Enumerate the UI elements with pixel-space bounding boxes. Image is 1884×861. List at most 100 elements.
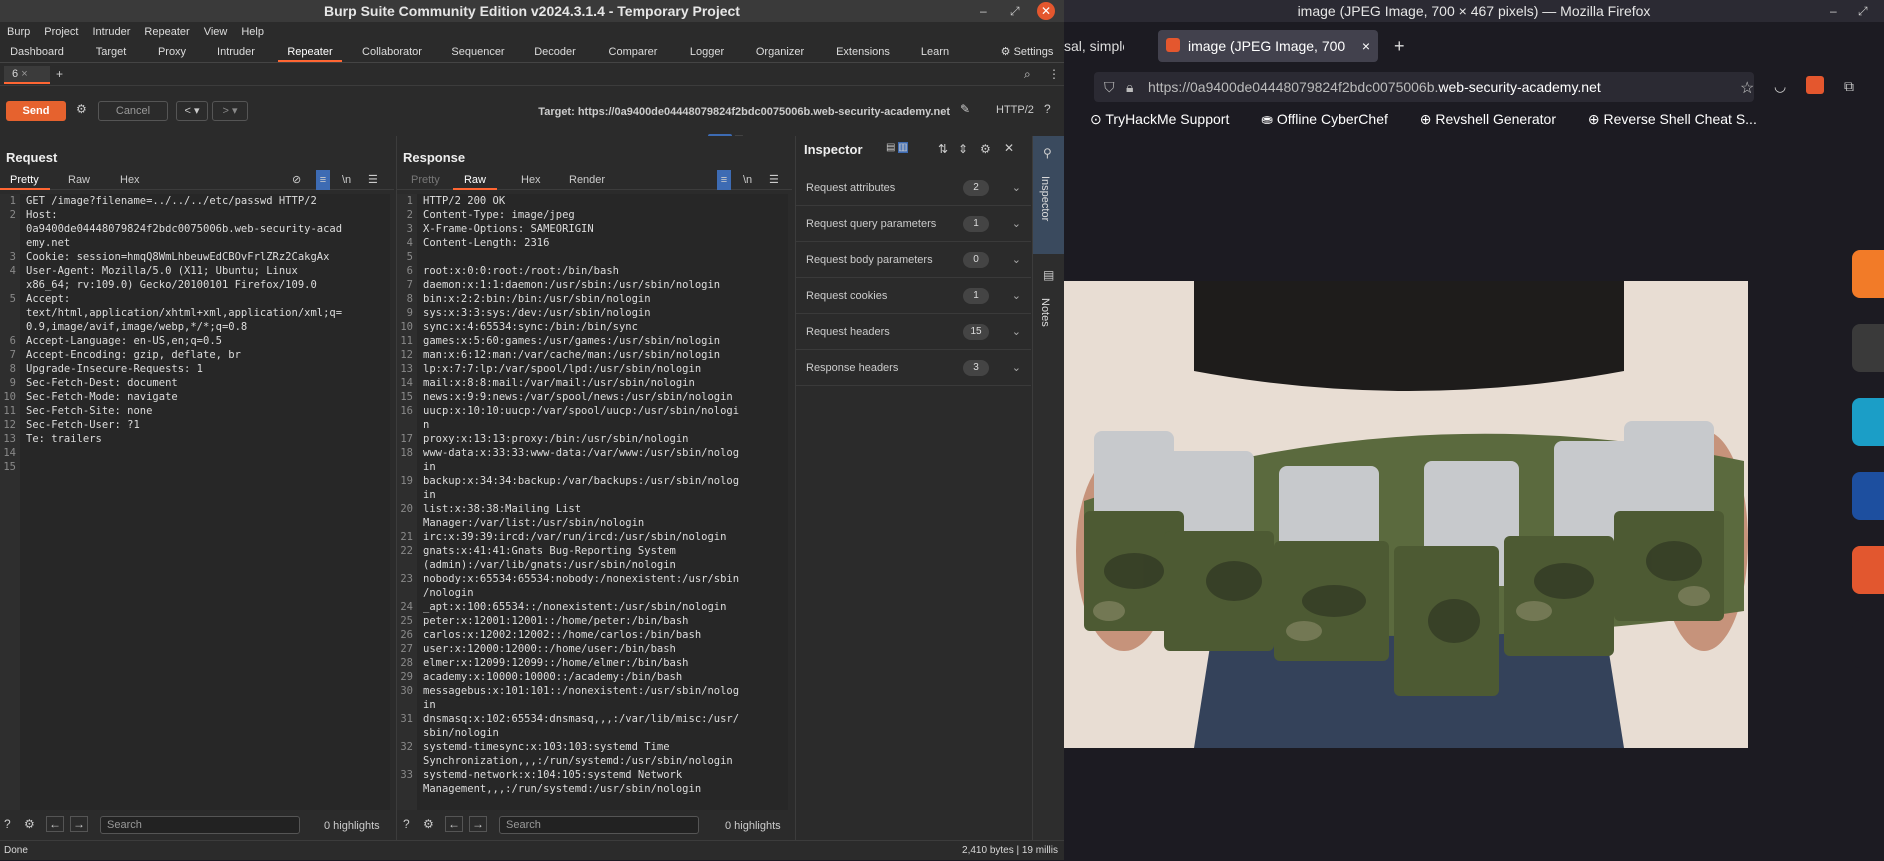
search-input[interactable]: Search [100, 816, 300, 834]
minimize-icon[interactable]: – [1830, 0, 1837, 22]
newline-icon[interactable]: \n [743, 170, 752, 190]
edit-icon[interactable]: ✎ [960, 102, 970, 116]
tab-sequencer[interactable]: Sequencer [444, 42, 512, 62]
menu-icon[interactable]: ☰ [368, 170, 378, 190]
bookmark-star-icon[interactable]: ☆ [1740, 78, 1754, 98]
menu-view[interactable]: View [197, 22, 235, 42]
layout-icon[interactable]: ▤ ▥ [886, 142, 908, 153]
menu-burp[interactable]: Burp [0, 22, 37, 42]
help-icon[interactable]: ? [403, 817, 410, 831]
close-tab-icon[interactable]: × [21, 68, 27, 80]
http-version[interactable]: HTTP/2 [996, 104, 1034, 116]
tab-repeater[interactable]: Repeater [278, 42, 342, 62]
burp-dock-icon[interactable] [1852, 546, 1884, 594]
lock-icon[interactable]: 🔒︎ [1126, 72, 1133, 102]
menu-project[interactable]: Project [37, 22, 85, 42]
response-editor[interactable]: 1 2 3 4 5 6 7 8 9 10 11 12 13 14 15 16 17 18 19 20 21 22 23 24 2… [397, 194, 788, 810]
prev-match-icon[interactable]: ← [445, 816, 463, 832]
tab-pretty[interactable]: Pretty [0, 170, 50, 190]
tab-render[interactable]: Render [569, 170, 605, 190]
minimize-icon[interactable]: – [980, 0, 987, 22]
collapse-icon[interactable]: ⇕ [958, 142, 968, 156]
menu-icon[interactable]: ☰ [769, 170, 779, 190]
help-icon[interactable]: ? [4, 817, 11, 831]
new-tab-icon[interactable]: + [56, 67, 63, 81]
newline-icon[interactable]: \n [342, 170, 351, 190]
send-button[interactable]: Send [6, 101, 66, 121]
search-input[interactable]: Search [499, 816, 699, 834]
tab-collaborator[interactable]: Collaborator [356, 42, 428, 62]
shield-icon[interactable]: ⛉ [1104, 72, 1115, 102]
tab-target[interactable]: Target [84, 42, 138, 62]
menu-repeater[interactable]: Repeater [137, 22, 196, 42]
settings-button[interactable]: ⚙ Settings [994, 42, 1060, 62]
malwarebytes-dock-icon[interactable] [1852, 472, 1884, 520]
firefox-dock-icon[interactable] [1852, 250, 1884, 298]
url-bar[interactable]: ⛉ 🔒︎ https://0a9400de04448079824f2bdc007… [1094, 72, 1754, 102]
forward-button[interactable]: > ▾ [212, 101, 248, 121]
close-icon[interactable]: ✕ [1037, 2, 1055, 20]
extension-icon[interactable] [1806, 76, 1824, 94]
inspector-row[interactable]: Request body parameters 0 ⌄ [796, 242, 1031, 278]
tab-raw[interactable]: Raw [453, 170, 497, 190]
inspector-row[interactable]: Request query parameters 1 ⌄ [796, 206, 1031, 242]
inspector-icon[interactable]: ⚲ [1043, 146, 1052, 160]
next-match-icon[interactable]: → [70, 816, 88, 832]
inspector-row[interactable]: Request attributes 2 ⌄ [796, 170, 1031, 206]
inspector-row[interactable]: Request cookies 1 ⌄ [796, 278, 1031, 314]
maximize-icon[interactable]: ⤢ [1858, 0, 1868, 22]
cancel-button[interactable]: Cancel [98, 101, 168, 121]
gear-icon[interactable]: ⚙ [76, 102, 87, 116]
search-icon[interactable]: ⌕ [1024, 67, 1031, 82]
request-editor[interactable]: 1 2 3 4 5 6 7 8 9 10 11 12 13 14 15 GET /image?filenam… [0, 194, 390, 810]
new-tab-icon[interactable]: + [1394, 30, 1405, 62]
tab-hex[interactable]: Hex [120, 170, 140, 190]
gear-icon[interactable]: ⚙ [24, 817, 35, 831]
next-match-icon[interactable]: → [469, 816, 487, 832]
tab-intruder[interactable]: Intruder [208, 42, 264, 62]
tab-decoder[interactable]: Decoder [526, 42, 584, 62]
extensions-icon[interactable]: ⧉ [1844, 78, 1854, 95]
tab-organizer[interactable]: Organizer [748, 42, 812, 62]
pocket-icon[interactable]: ◡ [1774, 78, 1786, 95]
inspector-row[interactable]: Request headers 15 ⌄ [796, 314, 1031, 350]
tab-logger[interactable]: Logger [680, 42, 734, 62]
menu-intruder[interactable]: Intruder [86, 22, 138, 42]
back-button[interactable]: < ▾ [176, 101, 208, 121]
align-icon[interactable]: ⇅ [938, 142, 948, 156]
wrap-icon[interactable]: ≡ [316, 170, 330, 190]
rail-inspector[interactable]: Inspector [1039, 176, 1051, 221]
close-icon[interactable]: ✕ [1004, 141, 1014, 155]
tab-raw[interactable]: Raw [68, 170, 90, 190]
app-dock-icon[interactable] [1852, 398, 1884, 446]
notes-icon[interactable]: ▤ [1043, 268, 1054, 282]
repeater-tab-6[interactable]: 6 × [4, 66, 50, 84]
inspector-row[interactable]: Response headers 3 ⌄ [796, 350, 1031, 386]
bookmark-tryhackme[interactable]: ⊙ TryHackMe Support [1090, 111, 1243, 127]
tab-dashboard[interactable]: Dashboard [4, 42, 70, 62]
bookmark-revshell[interactable]: ⊕ Revshell Generator [1420, 111, 1570, 127]
terminal-dock-icon[interactable] [1852, 324, 1884, 372]
tab-image[interactable]: image (JPEG Image, 700 × [1158, 30, 1378, 62]
gear-icon[interactable]: ⚙ [423, 817, 434, 831]
tab-pretty[interactable]: Pretty [411, 170, 440, 190]
tab-proxy[interactable]: Proxy [148, 42, 196, 62]
tab-learn[interactable]: Learn [912, 42, 958, 62]
gear-icon[interactable]: ⚙ [980, 142, 991, 156]
tab-previous[interactable]: sal, simple [1064, 30, 1124, 62]
prev-match-icon[interactable]: ← [46, 816, 64, 832]
tab-hex[interactable]: Hex [521, 170, 541, 190]
bookmark-cyberchef[interactable]: ⛂ Offline CyberChef [1261, 111, 1402, 127]
help-icon[interactable]: ? [1044, 102, 1051, 116]
rail-notes[interactable]: Notes [1039, 298, 1051, 327]
wrap-icon[interactable]: ≡ [717, 170, 731, 190]
tab-extensions[interactable]: Extensions [826, 42, 900, 62]
tab-comparer[interactable]: Comparer [600, 42, 666, 62]
more-icon[interactable]: ⋮ [1048, 67, 1060, 81]
bookmark-reverse-shell[interactable]: ⊕ Reverse Shell Cheat S... [1588, 111, 1771, 127]
hide-icon[interactable]: ⊘ [292, 170, 301, 190]
menu-help[interactable]: Help [234, 22, 271, 42]
metasploit-dock-icon[interactable] [1852, 620, 1884, 668]
maximize-icon[interactable]: ⤢ [1010, 0, 1020, 22]
close-tab-icon[interactable]: × [1362, 30, 1370, 62]
